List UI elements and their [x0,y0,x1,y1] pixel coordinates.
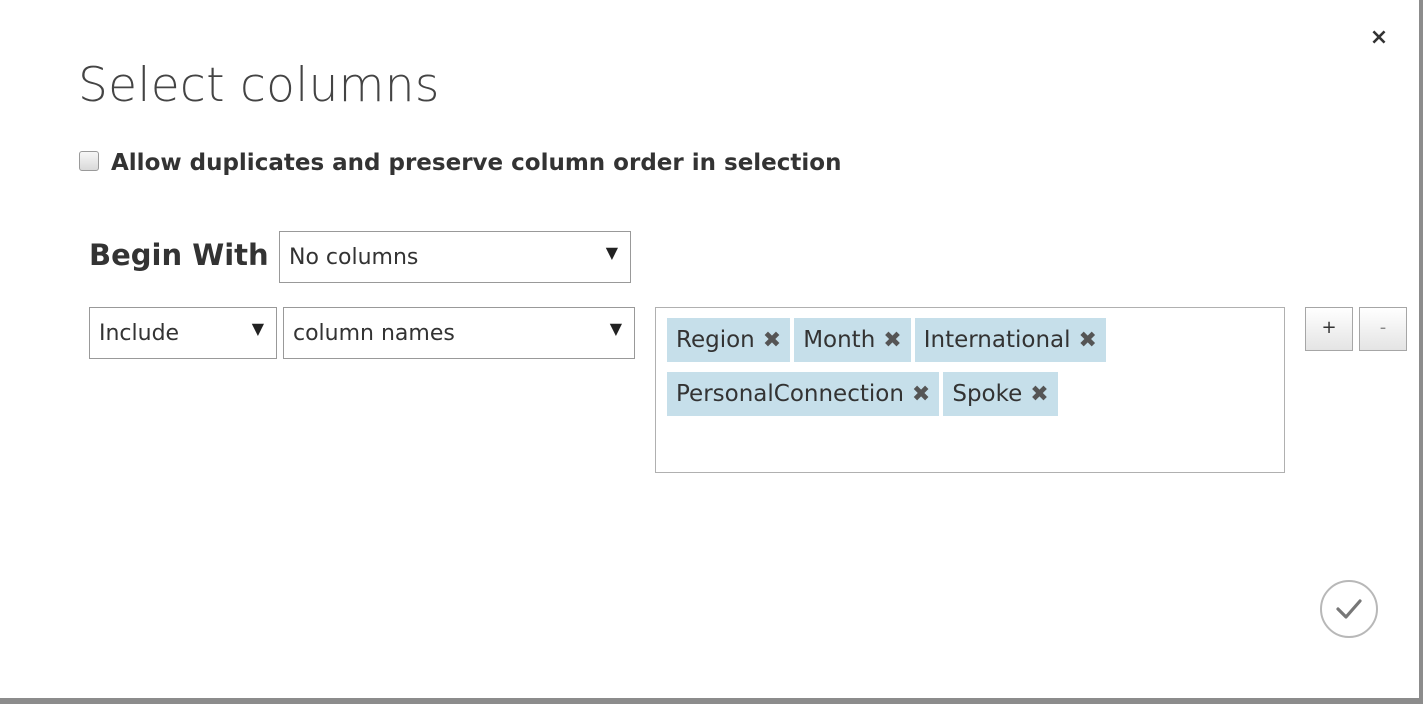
begin-with-value: No columns [289,244,419,270]
selection-kind-select[interactable]: column names ▼ [283,307,635,359]
dropdown-arrow-icon: ▼ [605,243,618,262]
begin-with-label: Begin With [89,238,269,272]
remove-tag-icon[interactable]: ✖ [883,328,901,353]
checkmark-icon [1336,599,1362,619]
confirm-button[interactable] [1320,580,1378,638]
column-tag-label: Spoke [952,381,1023,407]
remove-rule-button[interactable]: - [1359,307,1407,351]
dropdown-arrow-icon: ▼ [251,319,264,338]
column-tag-label: Month [803,327,876,353]
allow-duplicates-label[interactable]: Allow duplicates and preserve column ord… [111,150,841,176]
column-tag: Month ✖ [794,318,911,362]
column-tag: PersonalConnection ✖ [667,372,940,416]
dialog-title: Select columns [78,58,440,113]
allow-duplicates-checkbox[interactable] [79,151,99,171]
select-columns-dialog: × Select columns Allow duplicates and pr… [0,0,1423,704]
close-icon[interactable]: × [1367,26,1391,50]
column-tag: Spoke ✖ [943,372,1058,416]
add-rule-button[interactable]: + [1305,307,1353,351]
remove-tag-icon[interactable]: ✖ [1030,382,1048,407]
column-tag: Region ✖ [667,318,791,362]
selection-kind-value: column names [293,320,455,346]
column-tag-label: Region [676,327,755,353]
remove-tag-icon[interactable]: ✖ [763,328,781,353]
remove-tag-icon[interactable]: ✖ [1079,328,1097,353]
include-exclude-value: Include [99,320,180,346]
include-exclude-select[interactable]: Include ▼ [89,307,277,359]
begin-with-select[interactable]: No columns ▼ [279,231,631,283]
allow-duplicates-row: Allow duplicates and preserve column ord… [79,147,841,179]
dropdown-arrow-icon: ▼ [609,319,622,338]
column-tag-label: International [923,327,1071,353]
remove-tag-icon[interactable]: ✖ [912,382,930,407]
column-tag-label: PersonalConnection [676,381,904,407]
column-names-input[interactable]: Region ✖ Month ✖ International ✖ Persona… [655,307,1285,473]
column-tag: International ✖ [914,318,1106,362]
